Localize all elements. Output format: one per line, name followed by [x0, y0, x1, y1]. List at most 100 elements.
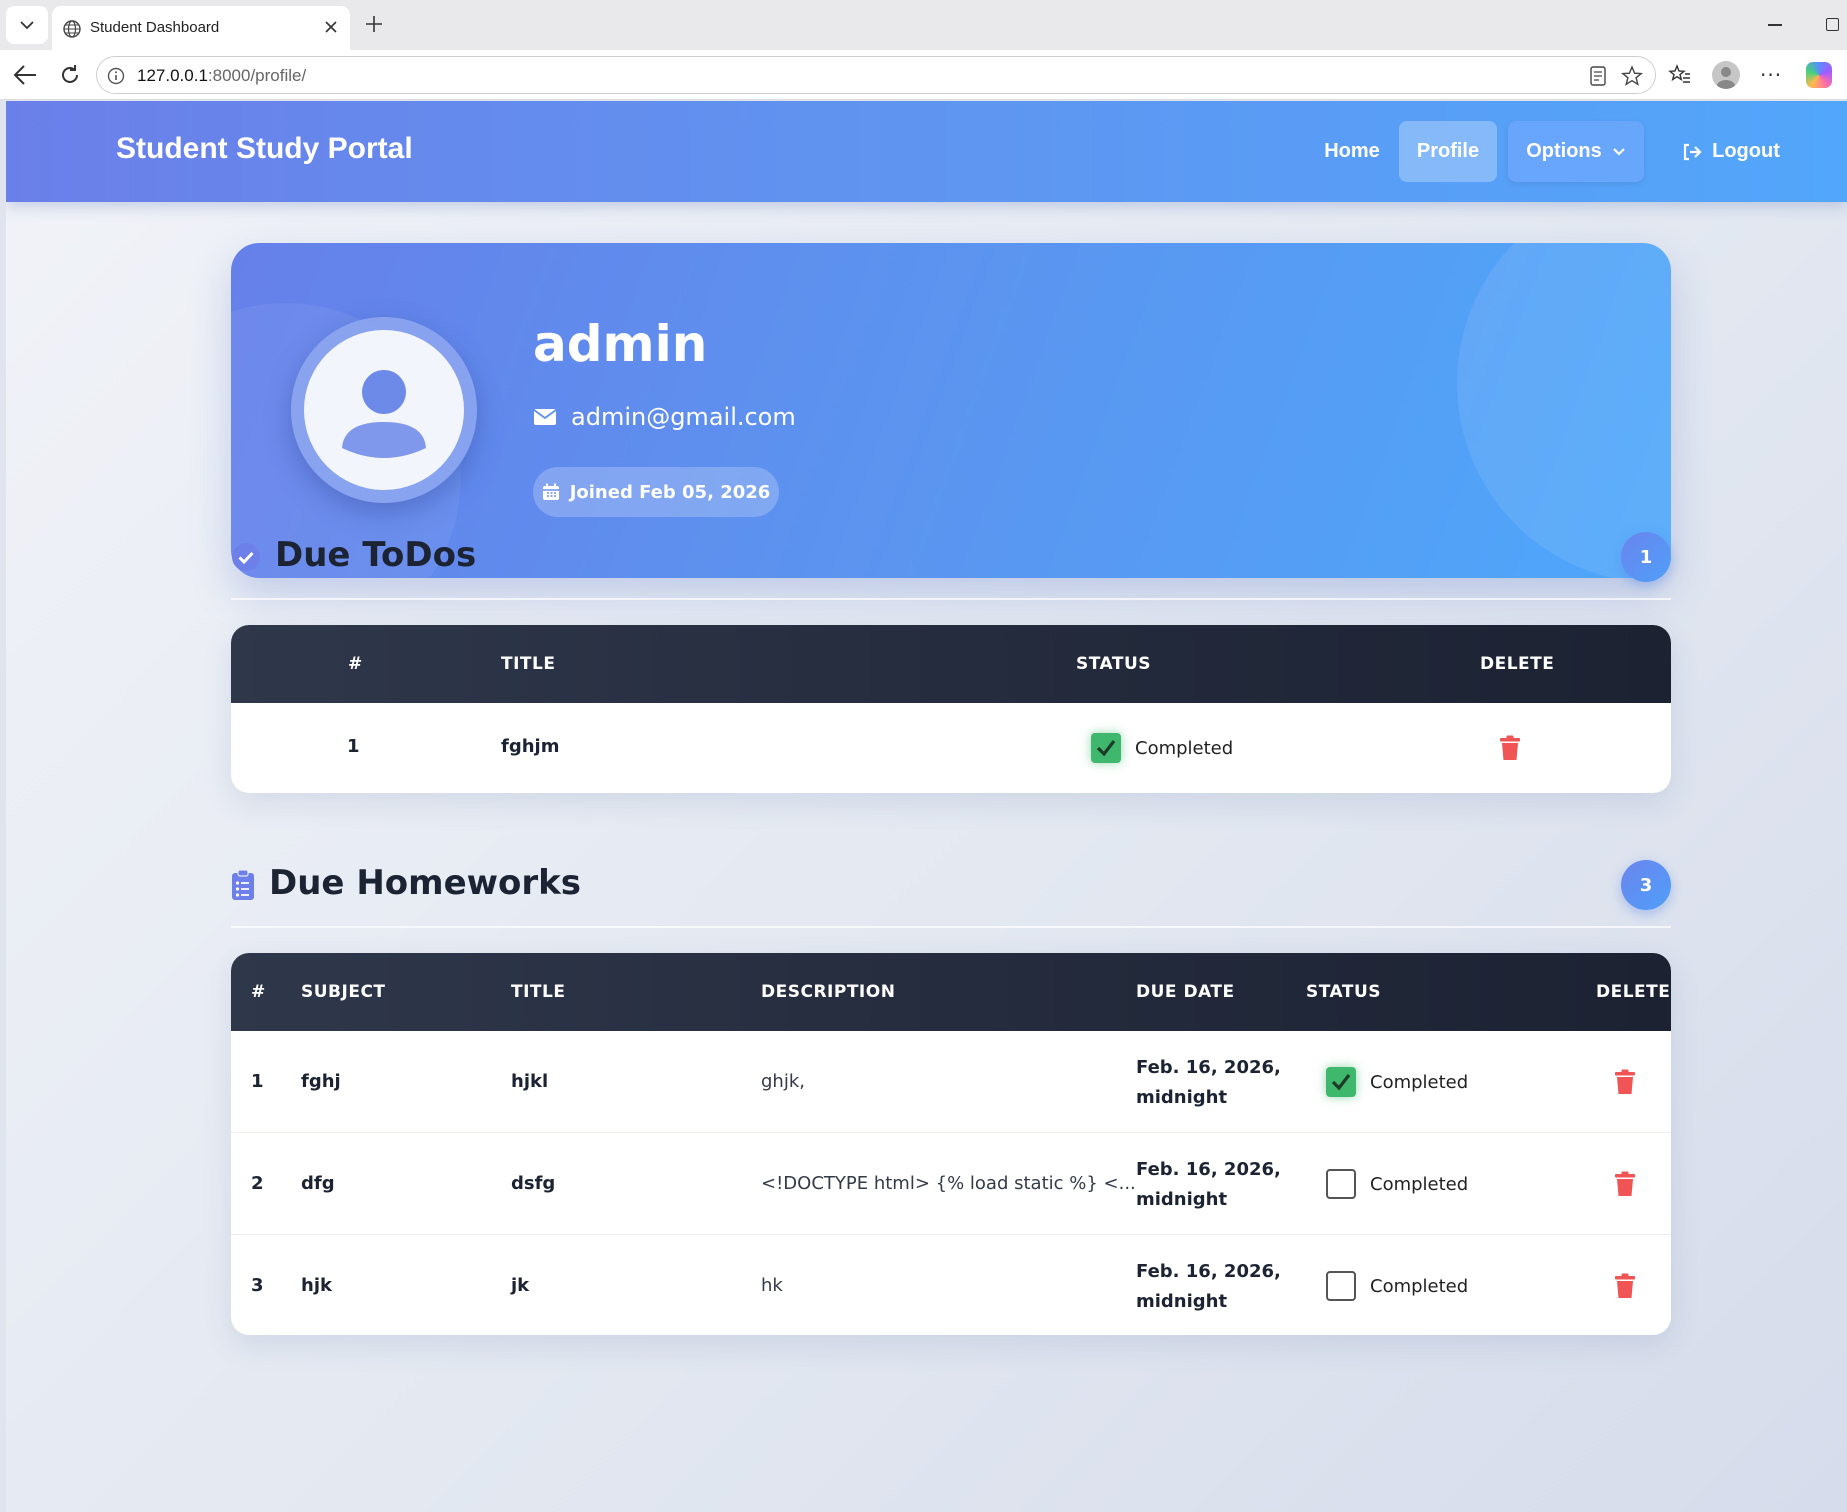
- nav-logout-link[interactable]: Logout: [1669, 121, 1793, 182]
- status-checkbox[interactable]: [1326, 1067, 1356, 1097]
- todos-table: # TITLE STATUS DELETE 1 fghjm Completed: [231, 625, 1671, 793]
- maximize-icon[interactable]: [1826, 18, 1839, 31]
- status-label: Completed: [1135, 737, 1234, 759]
- todos-table-header: # TITLE STATUS DELETE: [231, 625, 1671, 703]
- status-checkbox[interactable]: [1326, 1271, 1356, 1301]
- status-checkbox[interactable]: [1326, 1169, 1356, 1199]
- due-time-line: midnight: [1136, 1189, 1228, 1210]
- profile-email: admin@gmail.com: [571, 403, 796, 431]
- homework-subject: fghj: [301, 1071, 341, 1092]
- column-header-subject: SUBJECT: [301, 982, 386, 1002]
- homework-title: dsfg: [511, 1173, 556, 1194]
- nav-options-dropdown[interactable]: Options: [1508, 121, 1644, 182]
- favorite-star-icon[interactable]: [1621, 65, 1643, 87]
- check-circle-icon: [232, 543, 260, 571]
- profile-email-row: admin@gmail.com: [533, 403, 796, 431]
- favorites-icon[interactable]: [1668, 63, 1692, 87]
- top-navbar: Student Study Portal Home Profile Option…: [6, 101, 1847, 202]
- user-avatar-icon: [304, 330, 464, 490]
- trash-icon[interactable]: [1499, 735, 1521, 761]
- url-text: 127.0.0.1:8000/profile/: [137, 66, 307, 85]
- trash-icon[interactable]: [1614, 1273, 1636, 1299]
- homeworks-count-badge: 3: [1621, 860, 1671, 910]
- due-time-line: midnight: [1136, 1087, 1228, 1108]
- todos-section-title: Due ToDos: [275, 535, 477, 575]
- chevron-down-icon: [20, 21, 34, 30]
- browser-tab[interactable]: Student Dashboard: [52, 6, 350, 50]
- joined-date-text: Joined Feb 05, 2026: [569, 481, 771, 503]
- due-date-line: Feb. 16, 2026,: [1136, 1159, 1281, 1180]
- column-header-delete: DELETE: [1480, 654, 1555, 674]
- nav-logout-label: Logout: [1712, 140, 1780, 162]
- table-row: 3 hjk jk hk Feb. 16, 2026, midnight Comp…: [231, 1235, 1671, 1335]
- logout-icon: [1684, 143, 1702, 160]
- tab-title: Student Dashboard: [90, 19, 220, 36]
- tab-list-button[interactable]: [6, 6, 48, 44]
- due-date-line: Feb. 16, 2026,: [1136, 1057, 1281, 1078]
- homeworks-section-header: Due Homeworks 3: [231, 855, 1671, 915]
- due-date-line: Feb. 16, 2026,: [1136, 1261, 1281, 1282]
- status-label: Completed: [1370, 1275, 1469, 1297]
- globe-icon: [63, 20, 81, 38]
- info-icon[interactable]: [107, 67, 125, 85]
- homeworks-table: # SUBJECT TITLE DESCRIPTION DUE DATE STA…: [231, 953, 1671, 1335]
- checkmark-icon: [1096, 740, 1116, 757]
- homework-status: Completed: [1326, 1067, 1468, 1097]
- address-bar[interactable]: 127.0.0.1:8000/profile/: [96, 56, 1656, 94]
- table-row: 2 dfg dsfg <!DOCTYPE html> {% load stati…: [231, 1133, 1671, 1235]
- table-row: 1 fghj hjkl ghjk, Feb. 16, 2026, midnigh…: [231, 1031, 1671, 1133]
- back-arrow-icon[interactable]: [12, 63, 38, 87]
- brand-logo[interactable]: Student Study Portal: [116, 132, 413, 166]
- nav-home-link[interactable]: Home: [1302, 121, 1402, 182]
- homeworks-section-title: Due Homeworks: [269, 863, 582, 903]
- new-tab-icon[interactable]: [364, 14, 384, 34]
- close-icon[interactable]: [324, 20, 338, 34]
- homework-subject: hjk: [301, 1275, 332, 1296]
- homework-status: Completed: [1326, 1169, 1468, 1199]
- column-header-title: TITLE: [501, 654, 556, 674]
- row-number: 1: [251, 1071, 264, 1092]
- homework-due-date: Feb. 16, 2026, midnight: [1136, 1155, 1281, 1215]
- column-header-num: #: [251, 982, 266, 1002]
- row-number: 2: [251, 1173, 264, 1194]
- nav-profile-link[interactable]: Profile: [1399, 121, 1497, 182]
- due-time-line: midnight: [1136, 1291, 1228, 1312]
- more-options-icon[interactable]: ···: [1760, 63, 1782, 87]
- divider: [231, 926, 1671, 928]
- column-header-due-date: DUE DATE: [1136, 982, 1235, 1002]
- browser-toolbar: 127.0.0.1:8000/profile/ ···: [0, 50, 1847, 100]
- homework-title: hjkl: [511, 1071, 549, 1092]
- homework-description: ghjk,: [761, 1071, 805, 1092]
- reload-icon[interactable]: [58, 63, 82, 87]
- divider: [231, 598, 1671, 600]
- reader-mode-icon[interactable]: [1589, 66, 1607, 86]
- chevron-down-icon: [1612, 148, 1625, 156]
- column-header-title: TITLE: [511, 982, 566, 1002]
- homework-subject: dfg: [301, 1173, 335, 1194]
- trash-icon[interactable]: [1614, 1069, 1636, 1095]
- todo-status: Completed: [1091, 733, 1233, 763]
- homework-status: Completed: [1326, 1271, 1468, 1301]
- envelope-icon: [533, 409, 557, 425]
- copilot-icon[interactable]: [1806, 62, 1832, 88]
- table-row: 1 fghjm Completed: [231, 703, 1671, 793]
- homework-title: jk: [511, 1275, 530, 1296]
- column-header-description: DESCRIPTION: [761, 982, 896, 1002]
- avatar: [291, 317, 477, 503]
- row-number: 3: [251, 1275, 264, 1296]
- todo-title: fghjm: [501, 736, 560, 757]
- row-number: 1: [347, 736, 360, 757]
- profile-avatar-icon[interactable]: [1712, 61, 1740, 89]
- status-label: Completed: [1370, 1173, 1469, 1195]
- profile-username: admin: [533, 315, 708, 373]
- calendar-icon: [542, 483, 559, 500]
- clipboard-list-icon: [232, 869, 254, 900]
- column-header-delete: DELETE: [1596, 982, 1671, 1002]
- status-checkbox[interactable]: [1091, 733, 1121, 763]
- trash-icon[interactable]: [1614, 1171, 1636, 1197]
- column-header-status: STATUS: [1076, 654, 1152, 674]
- minimize-icon[interactable]: [1768, 24, 1782, 26]
- joined-date-badge: Joined Feb 05, 2026: [533, 467, 779, 517]
- column-header-status: STATUS: [1306, 982, 1382, 1002]
- homework-due-date: Feb. 16, 2026, midnight: [1136, 1053, 1281, 1113]
